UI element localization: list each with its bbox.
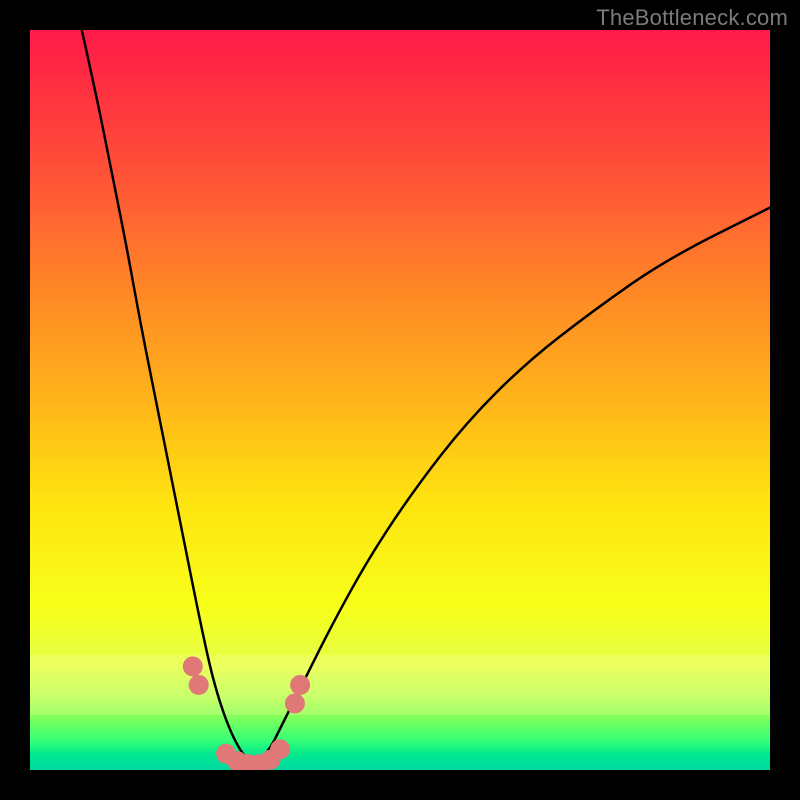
- watermark-text: TheBottleneck.com: [596, 5, 788, 31]
- chart-stage: TheBottleneck.com: [0, 0, 800, 800]
- curve-right-path: [252, 208, 770, 767]
- highlight-dot: [183, 656, 203, 676]
- curve-layer: [30, 30, 770, 770]
- highlight-dot: [290, 675, 310, 695]
- plot-area: [30, 30, 770, 770]
- highlight-dot: [189, 675, 209, 695]
- highlight-dot: [285, 693, 305, 713]
- curve-left-path: [82, 30, 252, 766]
- highlight-dots-group: [183, 656, 310, 770]
- highlight-dot: [270, 739, 290, 759]
